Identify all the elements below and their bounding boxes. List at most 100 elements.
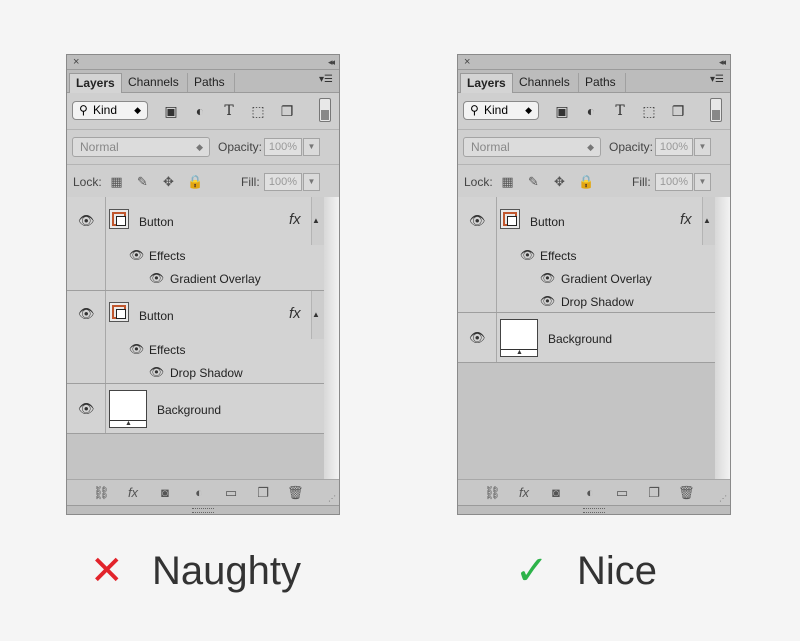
opacity-input[interactable]: 100% bbox=[655, 138, 693, 156]
lock-transparent-icon[interactable]: ▦ bbox=[500, 174, 515, 189]
fx-icon[interactable]: fx bbox=[680, 211, 692, 228]
pixel-filter-icon[interactable]: ▣ bbox=[163, 103, 179, 119]
collapse-triangle-icon[interactable]: ▲ bbox=[312, 310, 320, 319]
shape-filter-icon[interactable]: ⬚ bbox=[250, 103, 266, 119]
shape-filter-icon[interactable]: ⬚ bbox=[641, 103, 657, 119]
adjustment-filter-icon[interactable]: ◐ bbox=[583, 103, 599, 119]
effects-label: Effects bbox=[149, 343, 186, 357]
fill-input[interactable]: 100% bbox=[264, 173, 302, 191]
filter-kind-select[interactable]: ⚲ Kind ◆ bbox=[463, 101, 539, 120]
blend-mode-select[interactable]: Normal ◆ bbox=[463, 137, 601, 157]
opacity-input[interactable]: 100% bbox=[264, 138, 302, 156]
add-mask-icon[interactable]: ◙ bbox=[157, 485, 173, 501]
eye-icon[interactable]: 👁 bbox=[149, 271, 164, 285]
link-layers-icon[interactable]: ⛓ bbox=[484, 485, 501, 501]
new-group-icon[interactable]: ▭ bbox=[614, 485, 630, 501]
blend-row: Normal ◆ Opacity: 100% ▼ bbox=[458, 130, 730, 165]
new-group-icon[interactable]: ▭ bbox=[223, 485, 239, 501]
lock-transparent-icon[interactable]: ▦ bbox=[109, 174, 124, 189]
new-layer-icon[interactable]: ❐ bbox=[646, 485, 662, 501]
tab-paths[interactable]: Paths bbox=[579, 73, 626, 92]
panel-menu-icon[interactable]: ▾☰ bbox=[319, 74, 333, 85]
collapse-icon[interactable]: ◂◂ bbox=[719, 55, 726, 69]
new-layer-icon[interactable]: ❐ bbox=[255, 485, 271, 501]
layers-list: 👁 Button fx ▲ 👁 Effects 👁 Gradient Overl… bbox=[458, 197, 730, 482]
search-icon: ⚲ bbox=[470, 103, 479, 117]
effects-label: Effects bbox=[149, 249, 186, 263]
eye-icon[interactable]: 👁 bbox=[78, 402, 95, 416]
tab-layers[interactable]: Layers bbox=[460, 73, 513, 93]
background-thumbnail: ▲ bbox=[109, 390, 147, 428]
tab-channels[interactable]: Channels bbox=[513, 73, 579, 92]
close-icon[interactable]: × bbox=[464, 55, 470, 69]
new-adjustment-icon[interactable]: ◐ bbox=[191, 485, 207, 501]
opacity-label: Opacity: bbox=[609, 140, 654, 154]
fx-icon[interactable]: fx bbox=[289, 211, 301, 228]
opacity-dropdown-icon[interactable]: ▼ bbox=[303, 138, 320, 156]
lock-paint-icon[interactable]: ✎ bbox=[526, 174, 541, 189]
blend-mode-select[interactable]: Normal ◆ bbox=[72, 137, 210, 157]
scrollbar[interactable] bbox=[715, 197, 730, 482]
resize-grip-icon[interactable]: ⋰ bbox=[328, 494, 336, 503]
panel-bottom-bar[interactable] bbox=[67, 505, 339, 514]
eye-icon[interactable]: 👁 bbox=[78, 307, 95, 321]
lock-paint-icon[interactable]: ✎ bbox=[135, 174, 150, 189]
eye-icon[interactable]: 👁 bbox=[520, 248, 535, 262]
smart-object-filter-icon[interactable]: ❐ bbox=[670, 103, 686, 119]
eye-icon[interactable]: 👁 bbox=[540, 271, 555, 285]
adjustment-filter-icon[interactable]: ◐ bbox=[192, 103, 208, 119]
delete-layer-icon[interactable]: 🗑 bbox=[287, 485, 304, 501]
opacity-dropdown-icon[interactable]: ▼ bbox=[694, 138, 711, 156]
collapse-icon[interactable]: ◂◂ bbox=[328, 55, 335, 69]
layer-row[interactable]: 👁 Button fx ▲ 👁 Effects 👁 Drop Shadow bbox=[67, 291, 324, 384]
collapse-triangle-icon[interactable]: ▲ bbox=[312, 216, 320, 225]
tab-channels[interactable]: Channels bbox=[122, 73, 188, 92]
layer-name: Button bbox=[139, 309, 174, 323]
fill-label: Fill: bbox=[241, 175, 260, 189]
panel-tabs: Layers Channels Paths ▾☰ bbox=[458, 70, 730, 93]
fx-icon[interactable]: fx bbox=[516, 485, 532, 501]
eye-icon[interactable]: 👁 bbox=[78, 214, 95, 228]
delete-layer-icon[interactable]: 🗑 bbox=[678, 485, 695, 501]
new-adjustment-icon[interactable]: ◐ bbox=[582, 485, 598, 501]
smart-object-filter-icon[interactable]: ❐ bbox=[279, 103, 295, 119]
fill-dropdown-icon[interactable]: ▼ bbox=[694, 173, 711, 191]
panel-menu-icon[interactable]: ▾☰ bbox=[710, 74, 724, 85]
add-mask-icon[interactable]: ◙ bbox=[548, 485, 564, 501]
layer-row-background[interactable]: 👁 ▲ Background bbox=[458, 313, 715, 363]
tab-layers[interactable]: Layers bbox=[69, 73, 122, 93]
filter-toggle-switch[interactable] bbox=[319, 98, 331, 122]
layer-row[interactable]: 👁 Button fx ▲ 👁 Effects 👁 Gradient Overl… bbox=[458, 197, 715, 313]
panel-bottom-bar[interactable] bbox=[458, 505, 730, 514]
resize-grip-icon[interactable]: ⋰ bbox=[719, 494, 727, 503]
shape-thumbnail bbox=[109, 209, 129, 229]
filter-toggle-switch[interactable] bbox=[710, 98, 722, 122]
fx-icon[interactable]: fx bbox=[289, 305, 301, 322]
filter-kind-select[interactable]: ⚲ Kind ◆ bbox=[72, 101, 148, 120]
lock-move-icon[interactable]: ✥ bbox=[552, 174, 567, 189]
type-filter-icon[interactable]: T bbox=[221, 103, 237, 119]
lock-all-icon[interactable]: 🔒 bbox=[578, 174, 594, 189]
eye-icon[interactable]: 👁 bbox=[149, 365, 164, 379]
fill-input[interactable]: 100% bbox=[655, 173, 693, 191]
eye-icon[interactable]: 👁 bbox=[469, 214, 486, 228]
layer-row[interactable]: 👁 Button fx ▲ 👁 Effects 👁 Gradient Overl… bbox=[67, 197, 324, 291]
link-layers-icon[interactable]: ⛓ bbox=[93, 485, 110, 501]
panel-footer: ⛓ fx ◙ ◐ ▭ ❐ 🗑 ⋰ bbox=[458, 479, 730, 506]
eye-icon[interactable]: 👁 bbox=[540, 294, 555, 308]
eye-icon[interactable]: 👁 bbox=[129, 342, 144, 356]
type-filter-icon[interactable]: T bbox=[612, 103, 628, 119]
fill-dropdown-icon[interactable]: ▼ bbox=[303, 173, 320, 191]
lock-label: Lock: bbox=[464, 175, 493, 189]
collapse-triangle-icon[interactable]: ▲ bbox=[703, 216, 711, 225]
lock-move-icon[interactable]: ✥ bbox=[161, 174, 176, 189]
close-icon[interactable]: × bbox=[73, 55, 79, 69]
pixel-filter-icon[interactable]: ▣ bbox=[554, 103, 570, 119]
layer-row-background[interactable]: 👁 ▲ Background bbox=[67, 384, 324, 434]
lock-all-icon[interactable]: 🔒 bbox=[187, 174, 203, 189]
tab-paths[interactable]: Paths bbox=[188, 73, 235, 92]
eye-icon[interactable]: 👁 bbox=[469, 331, 486, 345]
scrollbar[interactable] bbox=[324, 197, 339, 482]
fx-icon[interactable]: fx bbox=[125, 485, 141, 501]
eye-icon[interactable]: 👁 bbox=[129, 248, 144, 262]
